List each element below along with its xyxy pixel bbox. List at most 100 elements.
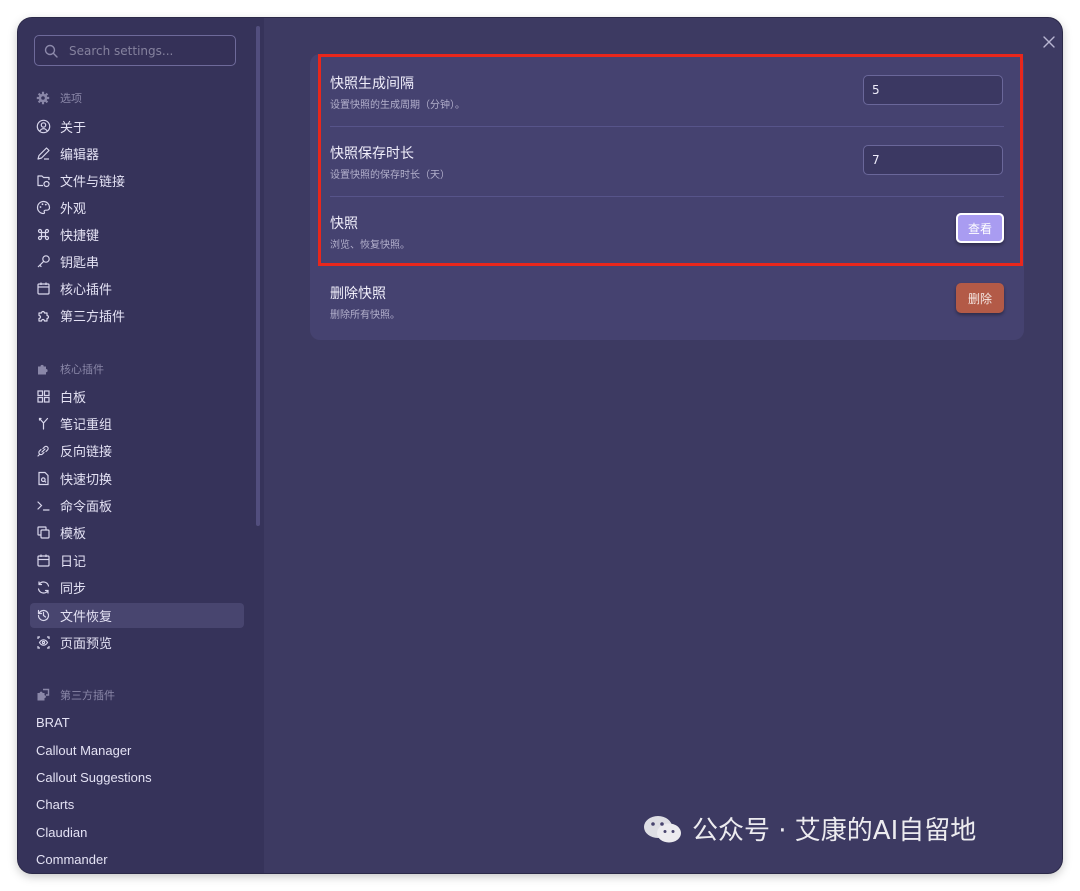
sidebar-item-appearance[interactable]: 外观 — [30, 195, 244, 220]
key-icon — [37, 255, 50, 268]
setting-name: 快照生成间隔 — [330, 76, 414, 92]
sidebar-item-callout-manager[interactable]: Callout Manager — [30, 738, 244, 763]
search-icon — [44, 44, 58, 58]
search-input[interactable] — [69, 41, 229, 61]
section-title: 核心插件 — [60, 363, 104, 376]
setting-delete-snapshots: 删除快照 删除所有快照。 删除 — [310, 264, 1024, 334]
sidebar-item-callout-suggestions[interactable]: Callout Suggestions — [30, 765, 244, 790]
file-search-icon — [38, 471, 49, 486]
history-icon — [37, 609, 50, 622]
watermark: 公众号 · 艾康的AI自留地 — [642, 810, 976, 847]
palette-icon — [36, 200, 51, 215]
folder-link-icon — [37, 175, 50, 188]
canvas-icon — [37, 390, 50, 403]
setting-description: 删除所有快照。 — [330, 310, 400, 321]
setting-snapshots: 快照 浏览、恢复快照。 查看 — [310, 194, 1024, 264]
setting-name: 快照 — [330, 216, 358, 232]
sidebar-item-label: 快速切换 — [60, 473, 113, 488]
gear-icon — [36, 91, 50, 105]
delete-snapshots-button[interactable]: 删除 — [956, 283, 1004, 313]
sidebar-item-label: 外观 — [60, 202, 87, 217]
sidebar-item-label: Charts — [36, 797, 75, 812]
sidebar-item-backlinks[interactable]: 反向链接 — [30, 438, 244, 463]
settings-sidebar: 选项 关于 编辑器 文件与链接 外观 快捷键 钥匙串 核心插件 — [18, 18, 264, 873]
sidebar-item-label: 日记 — [60, 555, 87, 570]
puzzle-icon — [38, 364, 48, 375]
sidebar-item-label: BRAT — [36, 715, 70, 730]
sidebar-item-brat[interactable]: BRAT — [30, 710, 244, 735]
command-icon — [37, 228, 50, 241]
sidebar-item-label: 白板 — [60, 391, 87, 406]
section-core-plugins-header: 核心插件 — [36, 360, 104, 378]
merge-icon — [38, 417, 49, 430]
sidebar-item-label: 文件恢复 — [60, 610, 113, 625]
section-third-party-header: 第三方插件 — [36, 686, 115, 704]
search-box[interactable] — [34, 35, 236, 66]
sidebar-item-sync[interactable]: 同步 — [30, 575, 244, 600]
watermark-text: 公众号 · 艾康的AI自留地 — [692, 816, 977, 846]
setting-description: 浏览、恢复快照。 — [330, 240, 410, 251]
section-options-header: 选项 — [36, 89, 82, 107]
sidebar-item-label: Callout Manager — [36, 743, 132, 758]
snapshot-retention-input[interactable] — [863, 145, 1003, 175]
view-snapshots-button[interactable]: 查看 — [956, 213, 1004, 243]
settings-window: 选项 关于 编辑器 文件与链接 外观 快捷键 钥匙串 核心插件 — [18, 18, 1062, 873]
sidebar-item-label: Callout Suggestions — [36, 770, 152, 785]
sidebar-item-core-plugins[interactable]: 核心插件 — [30, 276, 244, 301]
sidebar-item-third-party-plugins[interactable]: 第三方插件 — [30, 303, 244, 328]
setting-description: 设置快照的保存时长（天） — [330, 170, 450, 181]
sidebar-item-label: 页面预览 — [60, 637, 113, 652]
close-icon[interactable] — [1043, 36, 1055, 48]
wechat-icon — [644, 815, 681, 842]
sidebar-item-label: 反向链接 — [60, 445, 113, 460]
sidebar-item-hotkeys[interactable]: 快捷键 — [30, 222, 244, 247]
sidebar-item-label: 编辑器 — [60, 148, 100, 163]
sidebar-scrollbar[interactable] — [256, 26, 260, 526]
setting-name: 删除快照 — [330, 286, 386, 302]
setting-description: 设置快照的生成周期（分钟）。 — [330, 100, 465, 111]
setting-name: 快照保存时长 — [330, 146, 414, 162]
sidebar-item-about[interactable]: 关于 — [30, 114, 244, 139]
sidebar-item-label: 模板 — [60, 527, 87, 542]
calendar-box-icon — [37, 282, 50, 295]
user-circle-icon — [36, 119, 51, 134]
sidebar-item-files-links[interactable]: 文件与链接 — [30, 168, 244, 193]
setting-snapshot-interval: 快照生成间隔 设置快照的生成周期（分钟）。 — [310, 54, 1024, 124]
sidebar-item-quick-switcher[interactable]: 快速切换 — [30, 466, 244, 491]
section-title: 选项 — [60, 92, 82, 105]
sidebar-item-label: 同步 — [60, 582, 87, 597]
puzzle-outline-icon — [38, 310, 50, 322]
sidebar-item-label: Commander — [36, 852, 108, 867]
sidebar-item-label: Claudian — [36, 825, 88, 840]
sidebar-item-label: 笔记重组 — [60, 418, 113, 433]
sidebar-item-file-recovery[interactable]: 文件恢复 — [30, 603, 244, 628]
sidebar-item-editor[interactable]: 编辑器 — [30, 141, 244, 166]
pen-icon — [37, 147, 50, 160]
sidebar-item-note-composer[interactable]: 笔记重组 — [30, 411, 244, 436]
calendar-icon — [37, 554, 50, 567]
setting-snapshot-retention: 快照保存时长 设置快照的保存时长（天） — [310, 124, 1024, 194]
sidebar-item-label: 核心插件 — [60, 283, 113, 298]
sidebar-item-canvas[interactable]: 白板 — [30, 384, 244, 409]
backlink-icon — [37, 445, 49, 457]
sidebar-item-claudian[interactable]: Claudian — [30, 820, 244, 845]
copy-icon — [37, 526, 50, 539]
sidebar-item-label: 文件与链接 — [60, 175, 126, 190]
sidebar-item-templates[interactable]: 模板 — [30, 520, 244, 545]
file-recovery-settings: 快照生成间隔 设置快照的生成周期（分钟）。 快照保存时长 设置快照的保存时长（天… — [310, 54, 1024, 340]
puzzles-icon — [37, 688, 50, 701]
sidebar-item-commander[interactable]: Commander — [30, 847, 244, 872]
sidebar-item-charts[interactable]: Charts — [30, 792, 244, 817]
sidebar-item-label: 钥匙串 — [60, 256, 100, 271]
preview-icon — [37, 636, 50, 649]
refresh-icon — [37, 581, 50, 594]
sidebar-item-page-preview[interactable]: 页面预览 — [30, 630, 244, 655]
terminal-icon — [37, 501, 50, 511]
sidebar-item-command-palette[interactable]: 命令面板 — [30, 493, 244, 518]
snapshot-interval-input[interactable] — [863, 75, 1003, 105]
sidebar-item-daily-notes[interactable]: 日记 — [30, 548, 244, 573]
section-title: 第三方插件 — [60, 689, 115, 702]
sidebar-item-label: 关于 — [60, 121, 87, 136]
sidebar-item-label: 快捷键 — [60, 229, 100, 244]
sidebar-item-keychain[interactable]: 钥匙串 — [30, 249, 244, 274]
